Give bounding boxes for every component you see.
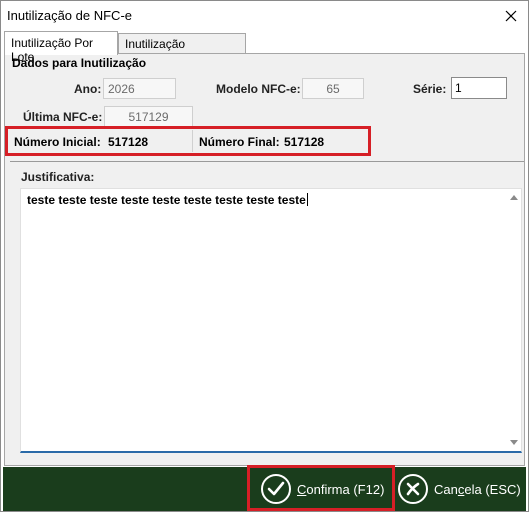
justificativa-label: Justificativa: (21, 170, 95, 184)
scroll-down-icon[interactable] (510, 440, 518, 445)
text-caret (306, 193, 308, 206)
modelo-field: 65 (302, 78, 364, 99)
textarea-scrollbar[interactable] (507, 189, 521, 451)
scroll-up-icon[interactable] (510, 195, 518, 200)
justificativa-text: teste teste teste teste teste teste test… (27, 193, 308, 207)
window-title: Inutilização de NFC-e (7, 8, 132, 23)
confirm-highlight-box (247, 465, 395, 511)
numero-inicial-label: Número Inicial: (14, 135, 101, 149)
serie-label: Série: (413, 82, 447, 96)
close-icon (505, 10, 517, 22)
tab-panel: Dados para Inutilização Ano: 2026 Modelo… (4, 53, 525, 466)
tab-inutilizacao-por-lote[interactable]: Inutilização Por Lote (4, 31, 118, 64)
ano-field: 2026 (103, 78, 176, 99)
tab-inutilizacao-detalhada[interactable]: Inutilização Detalhada (118, 33, 246, 65)
title-bar: Inutilização de NFC-e (1, 1, 528, 31)
serie-input[interactable]: 1 (451, 77, 507, 99)
justificativa-textarea[interactable]: teste teste teste teste teste teste test… (20, 188, 522, 453)
numero-divider (192, 130, 193, 152)
ultima-field: 517129 (104, 106, 193, 127)
modelo-label: Modelo NFC-e: (216, 82, 301, 96)
section-separator (10, 161, 524, 162)
cancel-button[interactable]: Cancela (ESC) (396, 467, 524, 511)
ano-label: Ano: (74, 82, 102, 96)
cancel-button-label: Cancela (ESC) (434, 481, 521, 497)
close-button[interactable] (500, 5, 522, 27)
footer-bar: Confirma (F12) Cancela (ESC) (3, 465, 526, 511)
dialog-window: Inutilização de NFC-e Inutilização Por L… (0, 0, 529, 512)
ultima-label: Última NFC-e: (23, 110, 103, 124)
x-circle-icon (398, 474, 428, 504)
numero-inicial-input[interactable]: 517128 (108, 135, 148, 149)
numero-final-label: Número Final: (199, 135, 280, 149)
numero-final-input[interactable]: 517128 (284, 135, 324, 149)
tab-strip: Inutilização Por Lote Inutilização Detal… (4, 31, 524, 65)
